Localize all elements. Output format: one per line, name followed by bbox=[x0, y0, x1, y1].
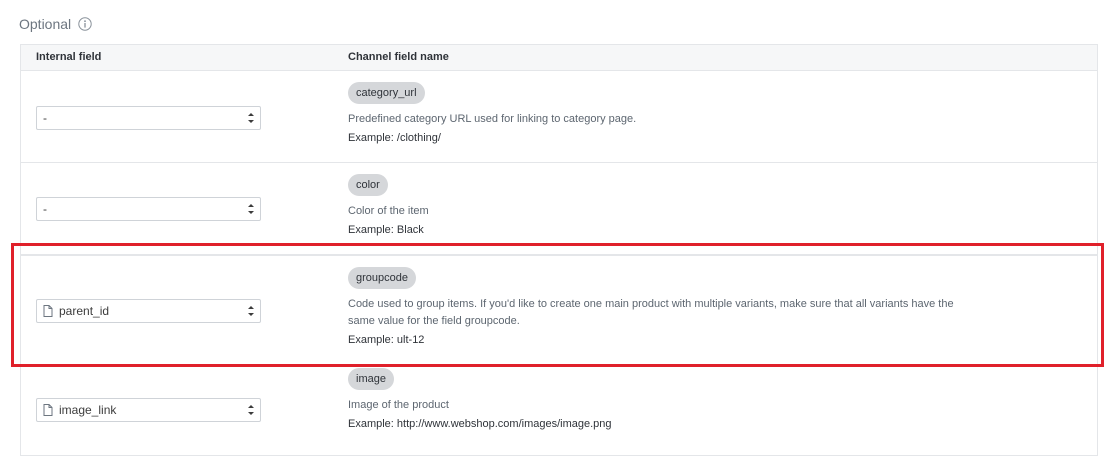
select-value: - bbox=[43, 111, 47, 125]
column-header-internal-field: Internal field bbox=[36, 51, 102, 63]
internal-field-select[interactable]: - bbox=[36, 106, 261, 130]
select-caret-icon bbox=[248, 113, 254, 123]
channel-field: image Image of the product Example: http… bbox=[348, 368, 968, 430]
file-icon bbox=[43, 305, 53, 317]
select-caret-icon bbox=[248, 306, 254, 316]
table-row: - color Color of the item Example: Black bbox=[21, 163, 1097, 255]
select-caret-icon bbox=[248, 405, 254, 415]
select-value: parent_id bbox=[59, 304, 110, 318]
field-example: Example: ult-12 bbox=[348, 334, 425, 346]
internal-field-select[interactable]: parent_id bbox=[36, 299, 261, 323]
file-icon bbox=[43, 404, 53, 416]
column-header-channel-field-name: Channel field name bbox=[348, 51, 449, 63]
select-value: - bbox=[43, 202, 47, 216]
field-description: Image of the product bbox=[348, 399, 449, 411]
table-row: parent_id groupcode Code used to group i… bbox=[21, 255, 1097, 365]
mapping-table: Internal field Channel field name - cate… bbox=[20, 44, 1098, 456]
table-header: Internal field Channel field name bbox=[21, 45, 1097, 71]
channel-field: category_url Predefined category URL use… bbox=[348, 82, 968, 144]
field-description: Code used to group items. If you'd like … bbox=[348, 298, 954, 327]
field-example: Example: Black bbox=[348, 224, 424, 236]
field-example: Example: http://www.webshop.com/images/i… bbox=[348, 418, 612, 430]
internal-field-select[interactable]: image_link bbox=[36, 398, 261, 422]
select-value: image_link bbox=[59, 403, 117, 417]
field-tag: category_url bbox=[348, 82, 425, 104]
section-title-label: Optional bbox=[19, 16, 72, 32]
field-description: Color of the item bbox=[348, 205, 429, 217]
field-tag: color bbox=[348, 174, 388, 196]
internal-field-select[interactable]: - bbox=[36, 197, 261, 221]
field-tag: groupcode bbox=[348, 267, 416, 289]
section-title: Optional bbox=[19, 16, 92, 32]
table-row: image_link image Image of the product Ex… bbox=[21, 365, 1097, 456]
channel-field: color Color of the item Example: Black bbox=[348, 174, 968, 236]
field-description: Predefined category URL used for linking… bbox=[348, 113, 637, 125]
table-row: - category_url Predefined category URL u… bbox=[21, 71, 1097, 163]
field-example: Example: /clothing/ bbox=[348, 132, 441, 144]
select-caret-icon bbox=[248, 204, 254, 214]
info-icon[interactable] bbox=[78, 17, 92, 31]
field-tag: image bbox=[348, 368, 394, 390]
channel-field: groupcode Code used to group items. If y… bbox=[348, 267, 968, 346]
